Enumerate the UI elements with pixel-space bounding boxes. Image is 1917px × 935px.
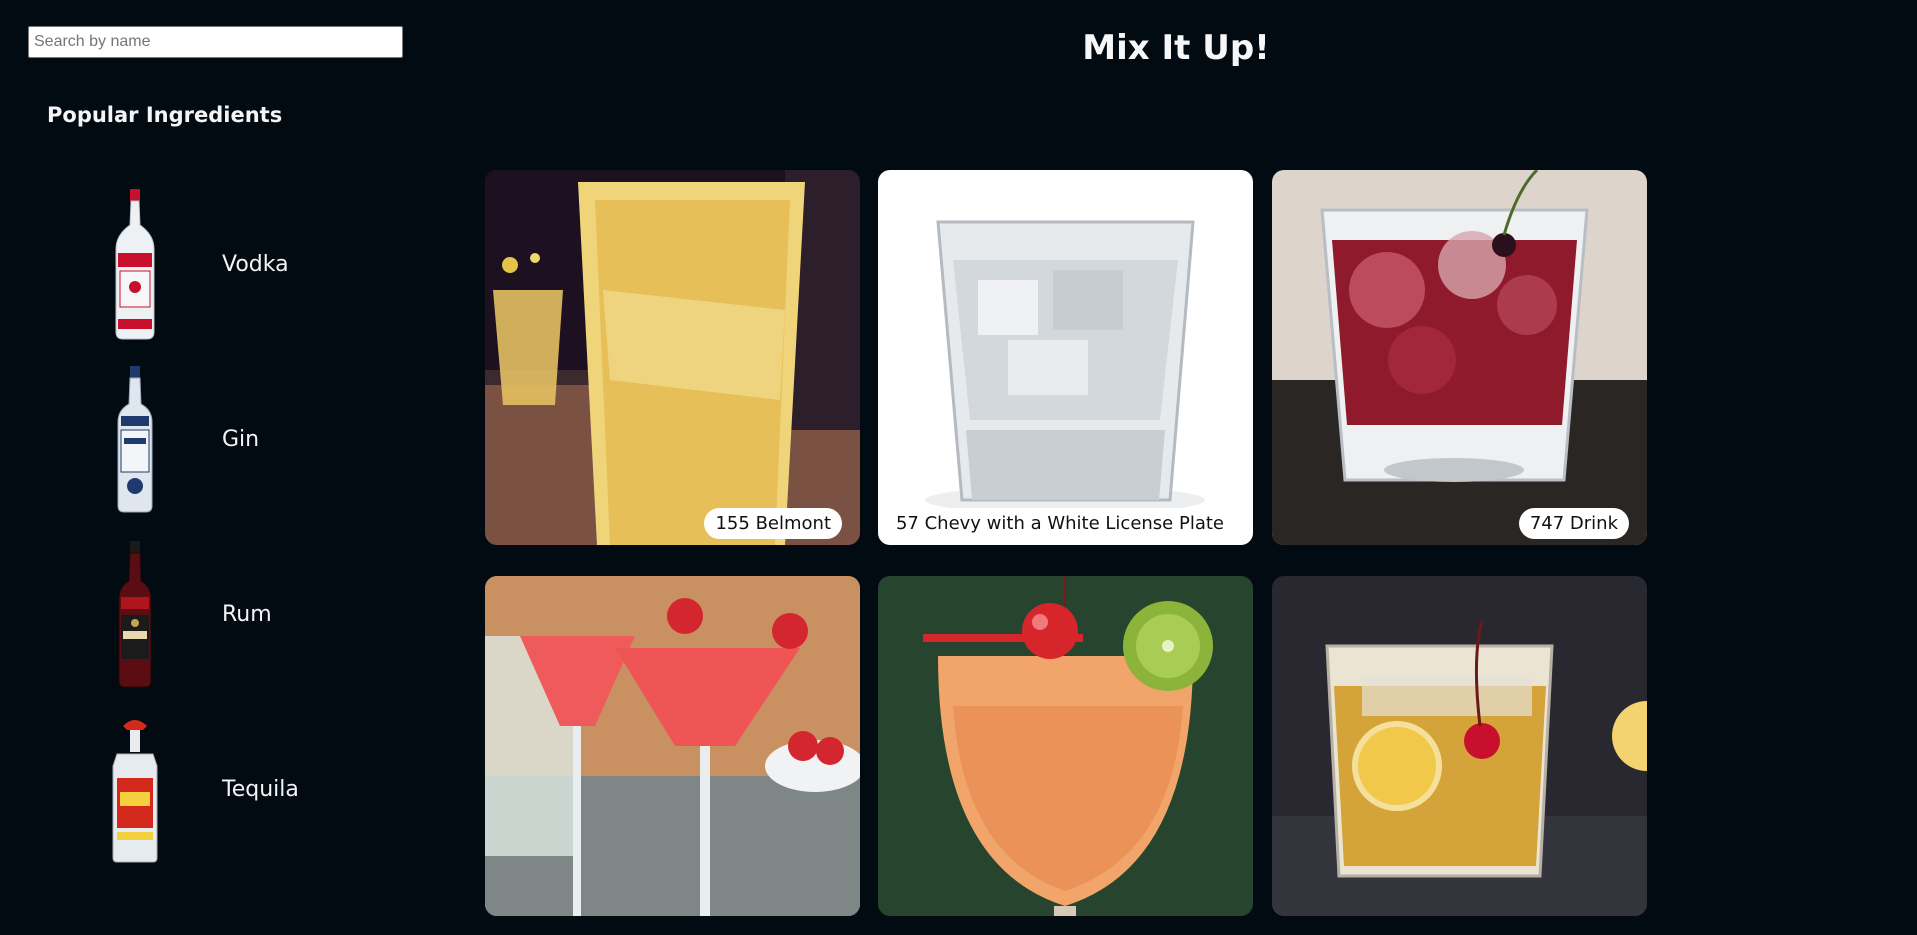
gin-bottle-icon xyxy=(90,359,180,519)
ingredient-label: Vodka xyxy=(222,251,289,277)
drink-photo xyxy=(1272,170,1647,545)
drink-card[interactable] xyxy=(878,576,1253,916)
drink-photo xyxy=(878,170,1253,545)
ingredient-label: Tequila xyxy=(222,776,299,802)
drink-photo xyxy=(485,170,860,545)
drink-name: 747 Drink xyxy=(1518,508,1629,539)
drink-photo xyxy=(878,576,1253,916)
tequila-bottle-icon xyxy=(90,709,180,869)
rum-bottle-icon xyxy=(90,534,180,694)
ingredient-label: Gin xyxy=(222,426,260,452)
drink-card[interactable]: 155 Belmont xyxy=(485,170,860,545)
ingredient-label: Rum xyxy=(222,601,272,627)
page-title: Mix It Up! xyxy=(1082,28,1270,68)
drink-card[interactable] xyxy=(1272,576,1647,916)
drink-card[interactable]: 57 Chevy with a White License Plate xyxy=(878,170,1253,545)
drink-photo xyxy=(1272,576,1647,916)
ingredient-rum[interactable]: Rum xyxy=(90,534,390,694)
drink-name: 57 Chevy with a White License Plate xyxy=(884,508,1235,539)
vodka-bottle-icon xyxy=(90,184,180,344)
ingredient-tequila[interactable]: Tequila xyxy=(90,709,390,869)
drink-card[interactable]: 747 Drink xyxy=(1272,170,1647,545)
drink-card[interactable] xyxy=(485,576,860,916)
drink-name: 155 Belmont xyxy=(704,508,842,539)
ingredient-gin[interactable]: Gin xyxy=(90,359,390,519)
ingredient-vodka[interactable]: Vodka xyxy=(90,184,390,344)
drink-photo xyxy=(485,576,860,916)
sidebar-title: Popular Ingredients xyxy=(47,103,283,127)
